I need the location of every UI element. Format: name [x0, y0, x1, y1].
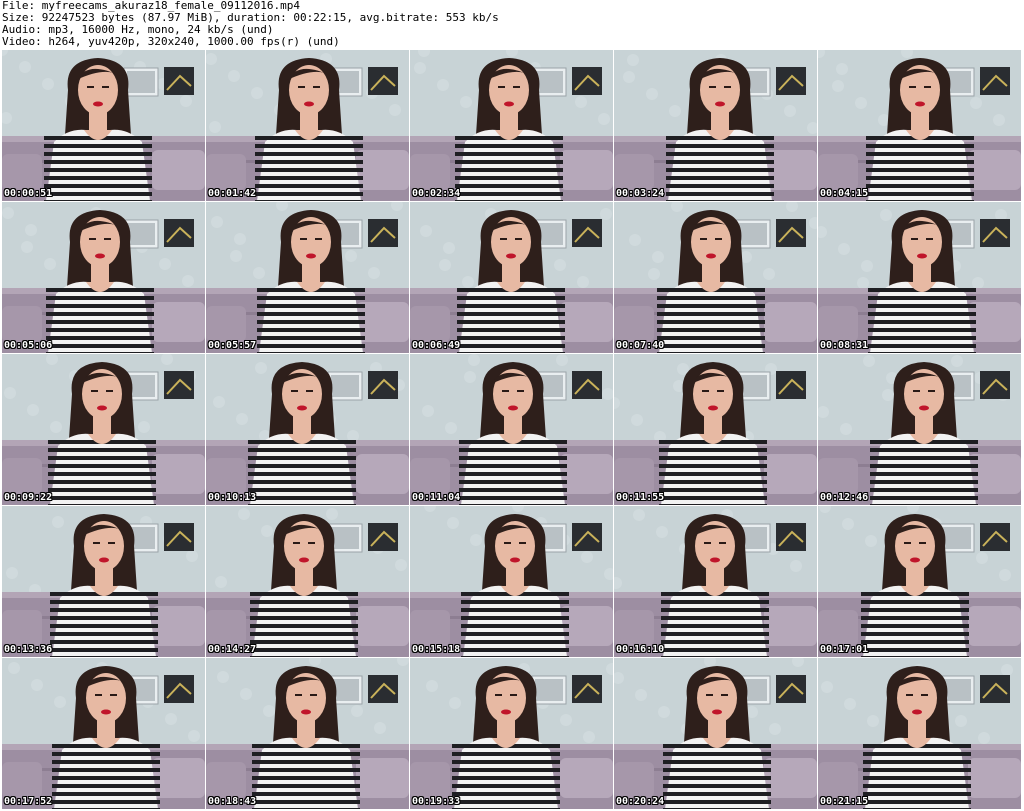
- thumbnail: 00:19:33: [410, 658, 613, 809]
- frame-image: [2, 354, 205, 505]
- frame-image: [2, 658, 205, 809]
- thumbnail: 00:01:42: [206, 50, 409, 201]
- timestamp-label: 00:03:24: [616, 188, 665, 199]
- info-header: File: myfreecams_akuraz18_female_0911201…: [2, 0, 1022, 50]
- thumbnail: 00:05:06: [2, 202, 205, 353]
- thumbnail: 00:20:24: [614, 658, 817, 809]
- frame-image: [206, 506, 409, 657]
- frame-image: [818, 658, 1021, 809]
- timestamp-label: 00:05:57: [208, 340, 257, 351]
- thumbnail: 00:00:51: [2, 50, 205, 201]
- thumbnail: 00:11:55: [614, 354, 817, 505]
- thumbnail: 00:06:49: [410, 202, 613, 353]
- frame-image: [818, 202, 1021, 353]
- thumbnail: 00:12:46: [818, 354, 1021, 505]
- video-info-line: Video: h264, yuv420p, 320x240, 1000.00 f…: [2, 35, 340, 48]
- timestamp-label: 00:07:40: [616, 340, 665, 351]
- timestamp-label: 00:14:27: [208, 644, 257, 655]
- frame-image: [410, 354, 613, 505]
- frame-image: [410, 202, 613, 353]
- timestamp-label: 00:04:15: [820, 188, 869, 199]
- timestamp-label: 00:12:46: [820, 492, 869, 503]
- timestamp-label: 00:21:15: [820, 796, 869, 807]
- frame-image: [2, 506, 205, 657]
- timestamp-label: 00:02:34: [412, 188, 461, 199]
- thumbnail: 00:13:36: [2, 506, 205, 657]
- thumbnail: 00:18:43: [206, 658, 409, 809]
- thumbnail: 00:14:27: [206, 506, 409, 657]
- frame-image: [206, 354, 409, 505]
- frame-image: [410, 50, 613, 201]
- frame-image: [206, 658, 409, 809]
- timestamp-label: 00:11:55: [616, 492, 665, 503]
- thumbnail: 00:08:31: [818, 202, 1021, 353]
- timestamp-label: 00:00:51: [4, 188, 53, 199]
- timestamp-label: 00:17:52: [4, 796, 53, 807]
- thumbnail: 00:16:10: [614, 506, 817, 657]
- frame-image: [206, 50, 409, 201]
- timestamp-label: 00:20:24: [616, 796, 665, 807]
- thumbnail: 00:04:15: [818, 50, 1021, 201]
- thumbnail: 00:21:15: [818, 658, 1021, 809]
- frame-image: [818, 354, 1021, 505]
- thumbnail: 00:09:22: [2, 354, 205, 505]
- frame-image: [614, 506, 817, 657]
- thumbnail: 00:17:52: [2, 658, 205, 809]
- thumbnail: 00:11:04: [410, 354, 613, 505]
- thumbnail: 00:15:18: [410, 506, 613, 657]
- frame-image: [2, 50, 205, 201]
- thumbnail: 00:10:13: [206, 354, 409, 505]
- frame-image: [818, 50, 1021, 201]
- timestamp-label: 00:10:13: [208, 492, 257, 503]
- timestamp-label: 00:11:04: [412, 492, 461, 503]
- thumbnail: 00:02:34: [410, 50, 613, 201]
- timestamp-label: 00:09:22: [4, 492, 53, 503]
- timestamp-label: 00:19:33: [412, 796, 461, 807]
- frame-image: [614, 354, 817, 505]
- frame-image: [614, 50, 817, 201]
- timestamp-label: 00:08:31: [820, 340, 869, 351]
- timestamp-label: 00:06:49: [412, 340, 461, 351]
- thumbnail-grid: 00:00:51 00:01:42 00:02:34 00:03:24 00:04:15…: [2, 50, 1022, 810]
- frame-image: [410, 506, 613, 657]
- thumbnail: 00:07:40: [614, 202, 817, 353]
- frame-image: [614, 202, 817, 353]
- timestamp-label: 00:17:01: [820, 644, 869, 655]
- frame-image: [410, 658, 613, 809]
- timestamp-label: 00:16:10: [616, 644, 665, 655]
- frame-image: [2, 202, 205, 353]
- timestamp-label: 00:13:36: [4, 644, 53, 655]
- thumbnail: 00:05:57: [206, 202, 409, 353]
- timestamp-label: 00:01:42: [208, 188, 257, 199]
- timestamp-label: 00:15:18: [412, 644, 461, 655]
- timestamp-label: 00:18:43: [208, 796, 257, 807]
- timestamp-label: 00:05:06: [4, 340, 53, 351]
- thumbnail: 00:03:24: [614, 50, 817, 201]
- frame-image: [614, 658, 817, 809]
- frame-image: [818, 506, 1021, 657]
- thumbnail: 00:17:01: [818, 506, 1021, 657]
- frame-image: [206, 202, 409, 353]
